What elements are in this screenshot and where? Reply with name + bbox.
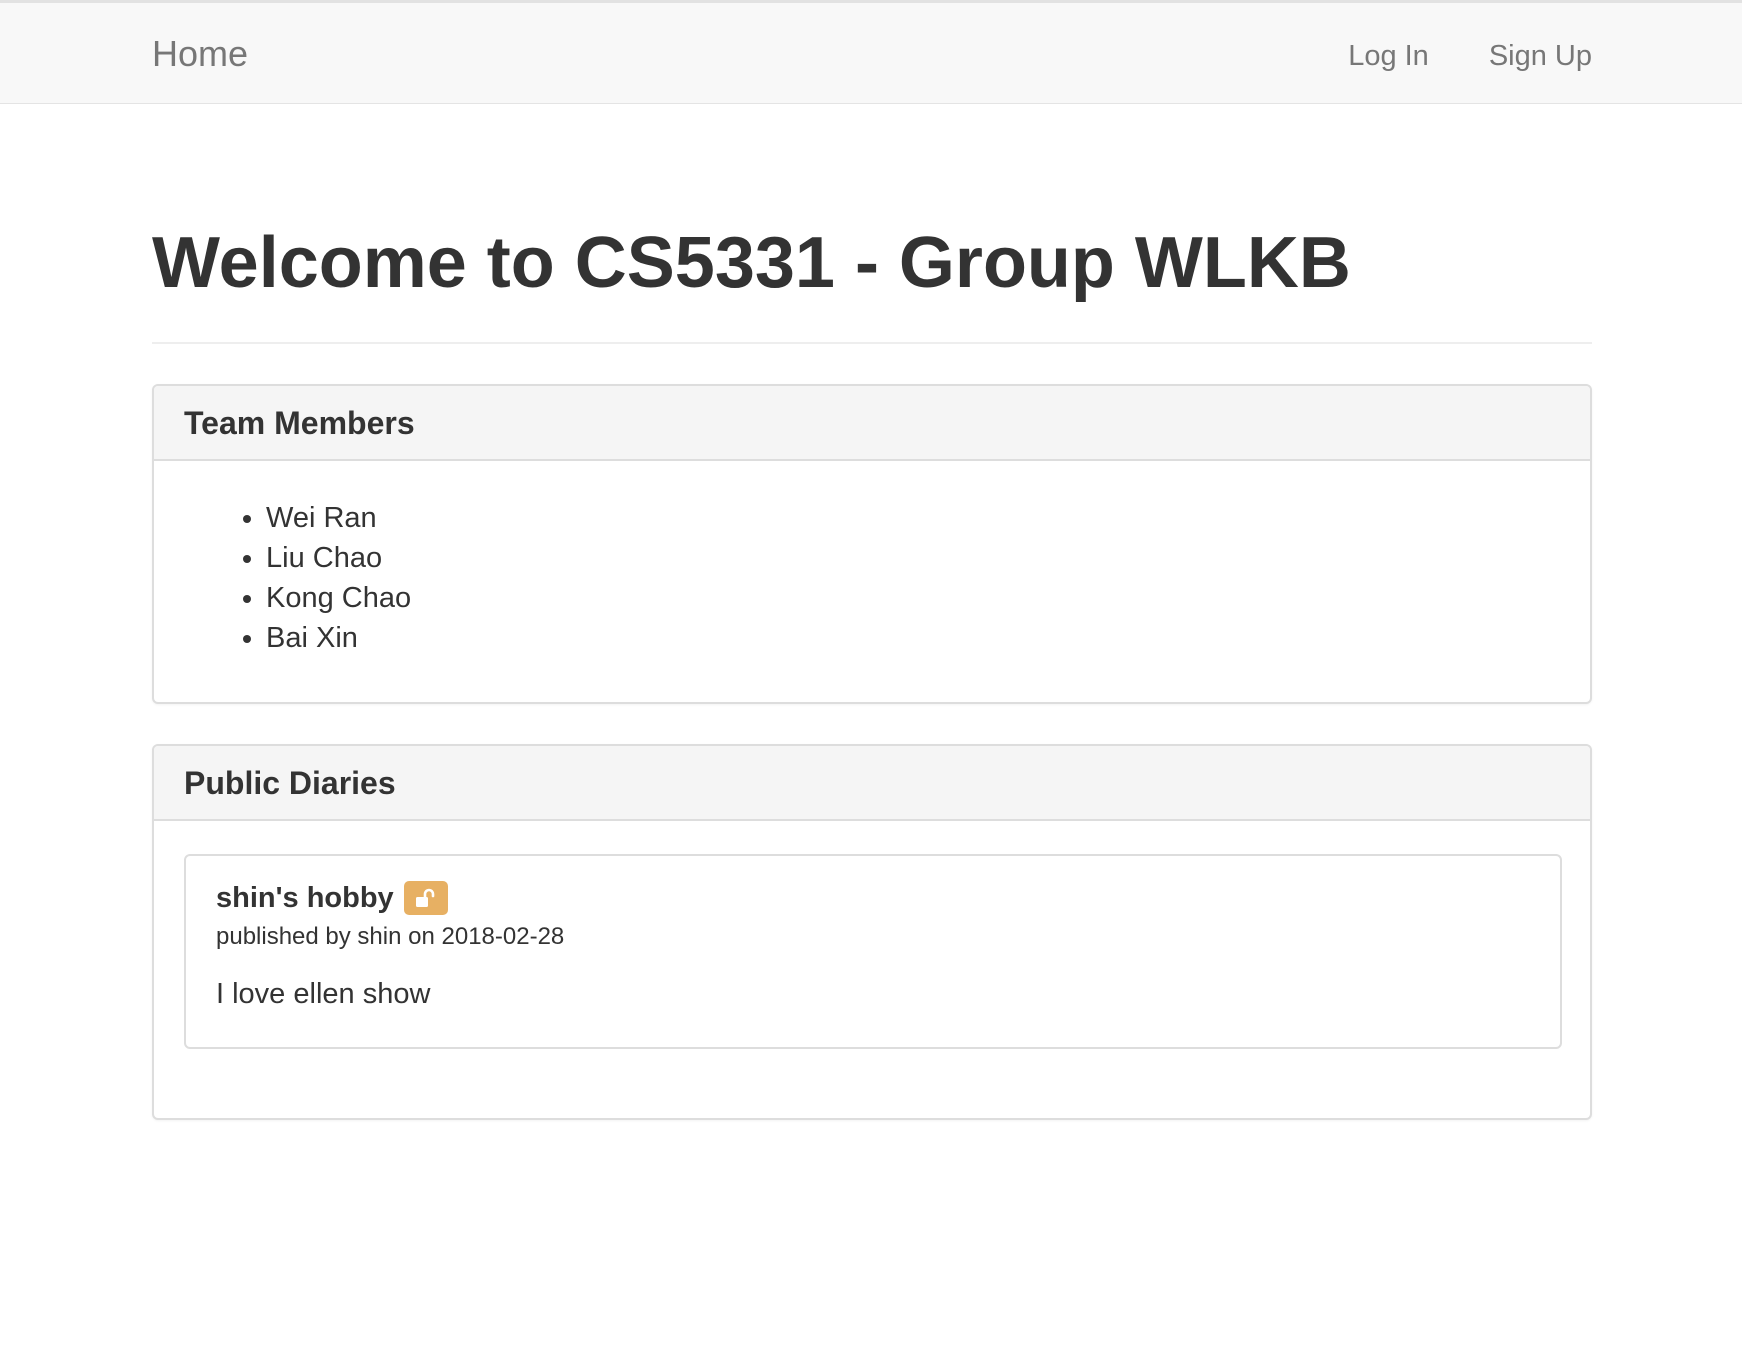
unlock-icon <box>403 881 448 915</box>
list-item: Bai Xin <box>266 618 411 658</box>
public-diaries-title: Public Diaries <box>184 765 396 801</box>
login-link[interactable]: Log In <box>1348 36 1429 76</box>
home-link[interactable]: Home <box>152 32 248 76</box>
diary-title: shin's hobby <box>216 881 394 914</box>
team-members-title: Team Members <box>184 405 415 441</box>
list-item: Liu Chao <box>266 538 411 578</box>
diary-card: shin's hobby published by shin on 2018-0… <box>184 854 1562 1049</box>
list-item: Kong Chao <box>266 578 411 618</box>
diary-body: I love ellen show <box>216 978 431 1010</box>
signup-link[interactable]: Sign Up <box>1489 36 1592 76</box>
public-diaries-panel: Public Diaries shin's hobby published by… <box>152 744 1592 1120</box>
team-members-panel-heading: Team Members <box>154 386 1590 461</box>
public-diaries-panel-heading: Public Diaries <box>154 746 1590 821</box>
list-item: Wei Ran <box>266 498 411 538</box>
diary-title-row: shin's hobby <box>216 878 1530 918</box>
nav-right-links: Log In Sign Up <box>1348 36 1592 76</box>
member-list: Wei Ran Liu Chao Kong Chao Bai Xin <box>154 498 411 658</box>
diary-meta: published by shin on 2018-02-28 <box>216 923 565 950</box>
page-header: Welcome to CS5331 - Group WLKB <box>152 220 1592 344</box>
page-title: Welcome to CS5331 - Group WLKB <box>152 223 1351 303</box>
unlock-icon-glyph <box>415 888 434 907</box>
top-navbar: Home Log In Sign Up <box>0 0 1742 104</box>
team-members-panel: Team Members Wei Ran Liu Chao Kong Chao … <box>152 384 1592 704</box>
